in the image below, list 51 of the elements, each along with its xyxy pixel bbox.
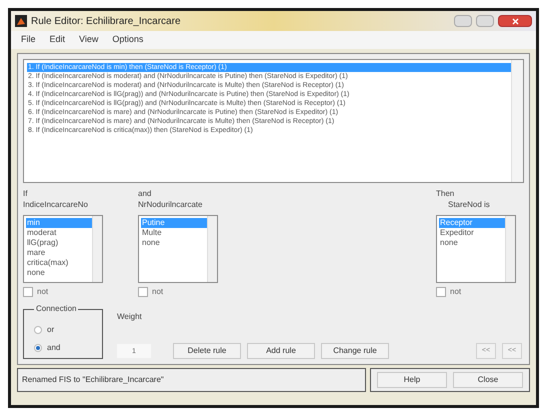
checkbox[interactable] (23, 287, 33, 297)
action-button[interactable]: Delete rule (173, 343, 241, 359)
radio-label: and (47, 342, 60, 354)
option-list[interactable]: Receptor Expeditor none (436, 215, 516, 283)
window-title: Rule Editor: Echilibrare_Incarcare (31, 14, 182, 28)
variable-name: IndiceIncarcareNo (23, 199, 89, 211)
menu-item[interactable]: View (79, 33, 98, 47)
radio-label: or (47, 324, 54, 336)
checkbox-label: not (152, 286, 164, 298)
checkbox[interactable] (436, 287, 446, 297)
scrollbar[interactable] (92, 216, 102, 282)
radio-button[interactable] (34, 326, 42, 334)
checkbox-label: not (37, 286, 48, 298)
radio-button[interactable] (34, 344, 42, 352)
menu-item[interactable]: Options (112, 33, 144, 47)
action-button[interactable]: Change rule (321, 343, 389, 359)
list-option[interactable]: Expeditor (439, 228, 505, 238)
group-title: Connection (34, 304, 78, 314)
variable-prefix: Then (436, 189, 456, 199)
menu-item[interactable]: Edit (50, 33, 66, 47)
list-option[interactable]: critica(max) (26, 258, 92, 268)
scrollbar[interactable] (511, 60, 523, 182)
variable-prefix: and (138, 189, 152, 199)
list-option[interactable]: none (439, 238, 505, 248)
close-icon (512, 18, 518, 24)
option-list[interactable]: min moderat llG(prag) mare critica(max) none (23, 215, 103, 283)
close-button[interactable] (498, 15, 532, 27)
action-button[interactable]: Add rule (247, 343, 315, 359)
list-option[interactable]: llG(prag) (26, 238, 92, 248)
status-text: Renamed FIS to "Echilibrare_Incarcare" (22, 374, 164, 386)
weight-label: Weight (117, 311, 143, 323)
variable-name: NrNodurilncarcate (138, 199, 204, 211)
scrollbar[interactable] (505, 216, 515, 282)
list-option[interactable]: none (141, 238, 207, 248)
menu-item[interactable]: File (21, 33, 36, 47)
scrollbar[interactable] (207, 216, 217, 282)
option-list[interactable]: Putine Multe none (138, 215, 218, 283)
list-option[interactable]: moderat (26, 228, 92, 238)
variable-prefix: If (23, 189, 28, 199)
app-logo-icon (15, 15, 27, 27)
list-option[interactable]: none (26, 268, 92, 278)
footer-button[interactable]: Close (453, 372, 523, 388)
maximize-button[interactable] (476, 15, 494, 27)
rule-list[interactable] (23, 59, 524, 183)
checkbox-label: not (450, 286, 462, 298)
footer-button[interactable]: Help (377, 372, 447, 388)
variable-name: StareNod is (447, 199, 491, 211)
checkbox[interactable] (138, 287, 148, 297)
list-option[interactable]: mare (26, 248, 92, 258)
list-option[interactable]: Multe (141, 228, 207, 238)
minimize-button[interactable] (454, 15, 472, 27)
